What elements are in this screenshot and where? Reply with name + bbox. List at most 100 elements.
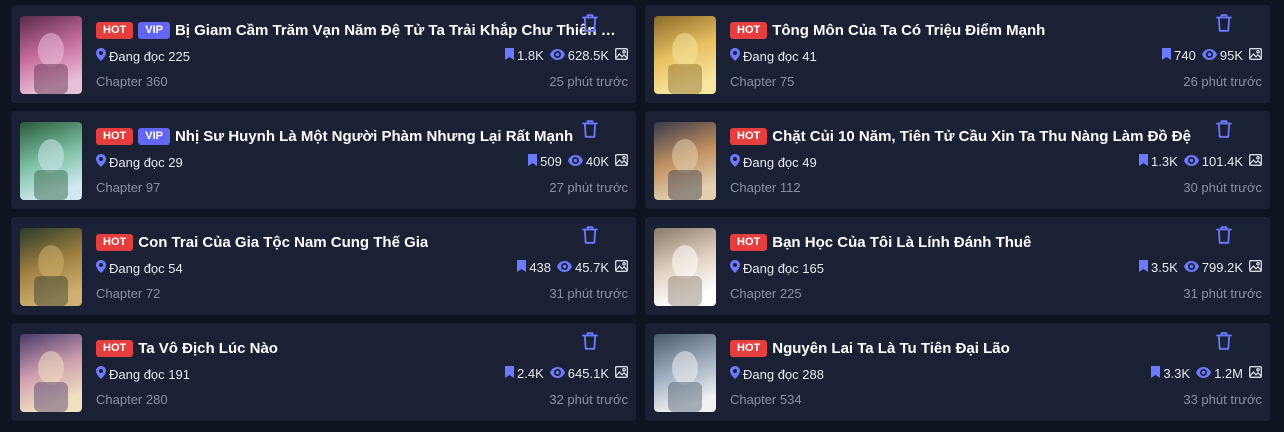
- image-icon[interactable]: [1249, 154, 1262, 169]
- chapter-link[interactable]: Chapter 72: [96, 286, 160, 301]
- trash-icon[interactable]: [1215, 331, 1233, 351]
- title-row: HOT Tông Môn Của Ta Có Triệu Điểm Mạnh: [730, 20, 1258, 40]
- bookmark-count: 1.3K: [1151, 154, 1178, 169]
- image-icon[interactable]: [1249, 260, 1262, 275]
- views-count: 1.2M: [1214, 366, 1243, 381]
- bookmark-count: 3.3K: [1163, 366, 1191, 381]
- chapter-link[interactable]: Chapter 280: [96, 392, 168, 407]
- trash-icon[interactable]: [581, 331, 599, 351]
- updated-time: 31 phút trước: [549, 286, 628, 301]
- location-pin-icon: [96, 260, 106, 276]
- image-icon[interactable]: [615, 154, 628, 169]
- comic-card[interactable]: HOT Con Trai Của Gia Tộc Nam Cung Thế Gi…: [11, 217, 636, 315]
- eye-icon: [549, 366, 565, 381]
- vip-badge: VIP: [138, 127, 170, 145]
- hot-badge: HOT: [730, 21, 768, 39]
- chapter-link[interactable]: Chapter 534: [730, 392, 802, 407]
- trash-icon[interactable]: [1215, 225, 1233, 245]
- comic-title[interactable]: Tông Môn Của Ta Có Triệu Điểm Mạnh: [772, 22, 1045, 39]
- location-pin-icon: [730, 48, 740, 64]
- reading-count: Đang đọc 54: [96, 260, 183, 276]
- location-pin-icon: [96, 366, 106, 382]
- reading-label: Đang đọc 165: [743, 260, 824, 276]
- updated-time: 33 phút trước: [1183, 392, 1262, 407]
- updated-time: 30 phút trước: [1183, 180, 1262, 195]
- stats: 1.3K 101.4K: [1139, 154, 1262, 169]
- comic-cover[interactable]: [654, 16, 716, 94]
- bookmark-count: 3.5K: [1151, 260, 1178, 275]
- hot-badge: HOT: [96, 127, 134, 145]
- image-icon[interactable]: [615, 260, 628, 275]
- comic-title[interactable]: Bạn Học Của Tôi Là Lính Đánh Thuê: [772, 234, 1031, 251]
- image-icon[interactable]: [615, 48, 628, 63]
- chapter-link[interactable]: Chapter 360: [96, 74, 168, 89]
- chapter-link[interactable]: Chapter 112: [730, 180, 801, 195]
- comic-cover[interactable]: [20, 334, 82, 412]
- bookmark-count: 509: [540, 154, 562, 169]
- title-row: HOT Bạn Học Của Tôi Là Lính Đánh Thuê: [730, 232, 1258, 252]
- trash-icon[interactable]: [581, 225, 599, 245]
- reading-label: Đang đọc 49: [743, 154, 817, 170]
- bookmark-icon: [1151, 366, 1161, 381]
- comic-title[interactable]: Bị Giam Cầm Trăm Vạn Năm Đệ Tử Ta Trải K…: [175, 22, 624, 39]
- comic-title[interactable]: Con Trai Của Gia Tộc Nam Cung Thế Gia: [138, 234, 428, 251]
- comic-card[interactable]: HOT Chặt Củi 10 Năm, Tiên Tử Cầu Xin Ta …: [645, 111, 1270, 209]
- hot-badge: HOT: [96, 21, 134, 39]
- hot-badge: HOT: [730, 339, 768, 357]
- bookmark-stat: 1.8K: [505, 48, 544, 63]
- image-icon[interactable]: [1249, 48, 1262, 63]
- eye-icon: [1196, 366, 1212, 381]
- bookmark-stat: 3.5K: [1139, 260, 1178, 275]
- eye-icon: [549, 48, 565, 63]
- comic-cover[interactable]: [20, 228, 82, 306]
- comic-title[interactable]: Ta Vô Địch Lúc Nào: [138, 340, 278, 357]
- comic-card[interactable]: HOT Tông Môn Của Ta Có Triệu Điểm Mạnh Đ…: [645, 5, 1270, 103]
- stats: 3.3K 1.2M: [1151, 366, 1262, 381]
- views-stat: 1.2M: [1196, 366, 1243, 381]
- views-stat: 799.2K: [1183, 260, 1243, 275]
- comic-card[interactable]: HOT Nguyên Lai Ta Là Tu Tiên Đại Lão Đan…: [645, 323, 1270, 421]
- views-count: 628.5K: [567, 48, 609, 63]
- chapter-link[interactable]: Chapter 225: [730, 286, 802, 301]
- trash-icon[interactable]: [1215, 13, 1233, 33]
- comic-cover[interactable]: [654, 334, 716, 412]
- comic-card[interactable]: HOT VIP Nhị Sư Huynh Là Một Người Phàm N…: [11, 111, 636, 209]
- bookmark-stat: 740: [1162, 48, 1196, 63]
- chapter-link[interactable]: Chapter 97: [96, 180, 160, 195]
- location-pin-icon: [730, 260, 740, 276]
- trash-icon[interactable]: [1215, 119, 1233, 139]
- comic-cover[interactable]: [654, 228, 716, 306]
- comic-cover[interactable]: [20, 122, 82, 200]
- hot-badge: HOT: [96, 233, 134, 251]
- comic-card[interactable]: HOT Ta Vô Địch Lúc Nào Đang đọc 191 2.4K: [11, 323, 636, 421]
- views-stat: 645.1K: [549, 366, 609, 381]
- trash-icon[interactable]: [581, 13, 599, 33]
- eye-icon: [1183, 260, 1199, 275]
- chapter-link[interactable]: Chapter 75: [730, 74, 794, 89]
- bookmark-stat: 438: [517, 260, 551, 275]
- comic-title[interactable]: Nguyên Lai Ta Là Tu Tiên Đại Lão: [772, 340, 1010, 357]
- bookmark-icon: [528, 154, 538, 169]
- comic-cover[interactable]: [20, 16, 82, 94]
- bookmark-count: 438: [529, 260, 552, 275]
- trash-icon[interactable]: [581, 119, 599, 139]
- eye-icon: [567, 154, 583, 169]
- comic-cover[interactable]: [654, 122, 716, 200]
- stats: 3.5K 799.2K: [1139, 260, 1262, 275]
- reading-count: Đang đọc 288: [730, 366, 824, 382]
- bookmark-count: 740: [1174, 48, 1196, 63]
- comic-title[interactable]: Nhị Sư Huynh Là Một Người Phàm Nhưng Lại…: [175, 128, 573, 145]
- comic-card[interactable]: HOT Bạn Học Của Tôi Là Lính Đánh Thuê Đa…: [645, 217, 1270, 315]
- hot-badge: HOT: [730, 233, 768, 251]
- comic-card[interactable]: HOT VIP Bị Giam Cầm Trăm Vạn Năm Đệ Tử T…: [11, 5, 636, 103]
- stats: 438 45.7K: [517, 260, 628, 275]
- bookmark-stat: 3.3K: [1151, 366, 1190, 381]
- image-icon[interactable]: [615, 366, 628, 381]
- views-stat: 101.4K: [1183, 154, 1243, 169]
- reading-count: Đang đọc 165: [730, 260, 824, 276]
- image-icon[interactable]: [1249, 366, 1262, 381]
- views-stat: 45.7K: [557, 260, 609, 275]
- title-row: HOT Con Trai Của Gia Tộc Nam Cung Thế Gi…: [96, 232, 624, 252]
- comic-title[interactable]: Chặt Củi 10 Năm, Tiên Tử Cầu Xin Ta Thu …: [772, 128, 1191, 145]
- bookmark-icon: [505, 48, 515, 63]
